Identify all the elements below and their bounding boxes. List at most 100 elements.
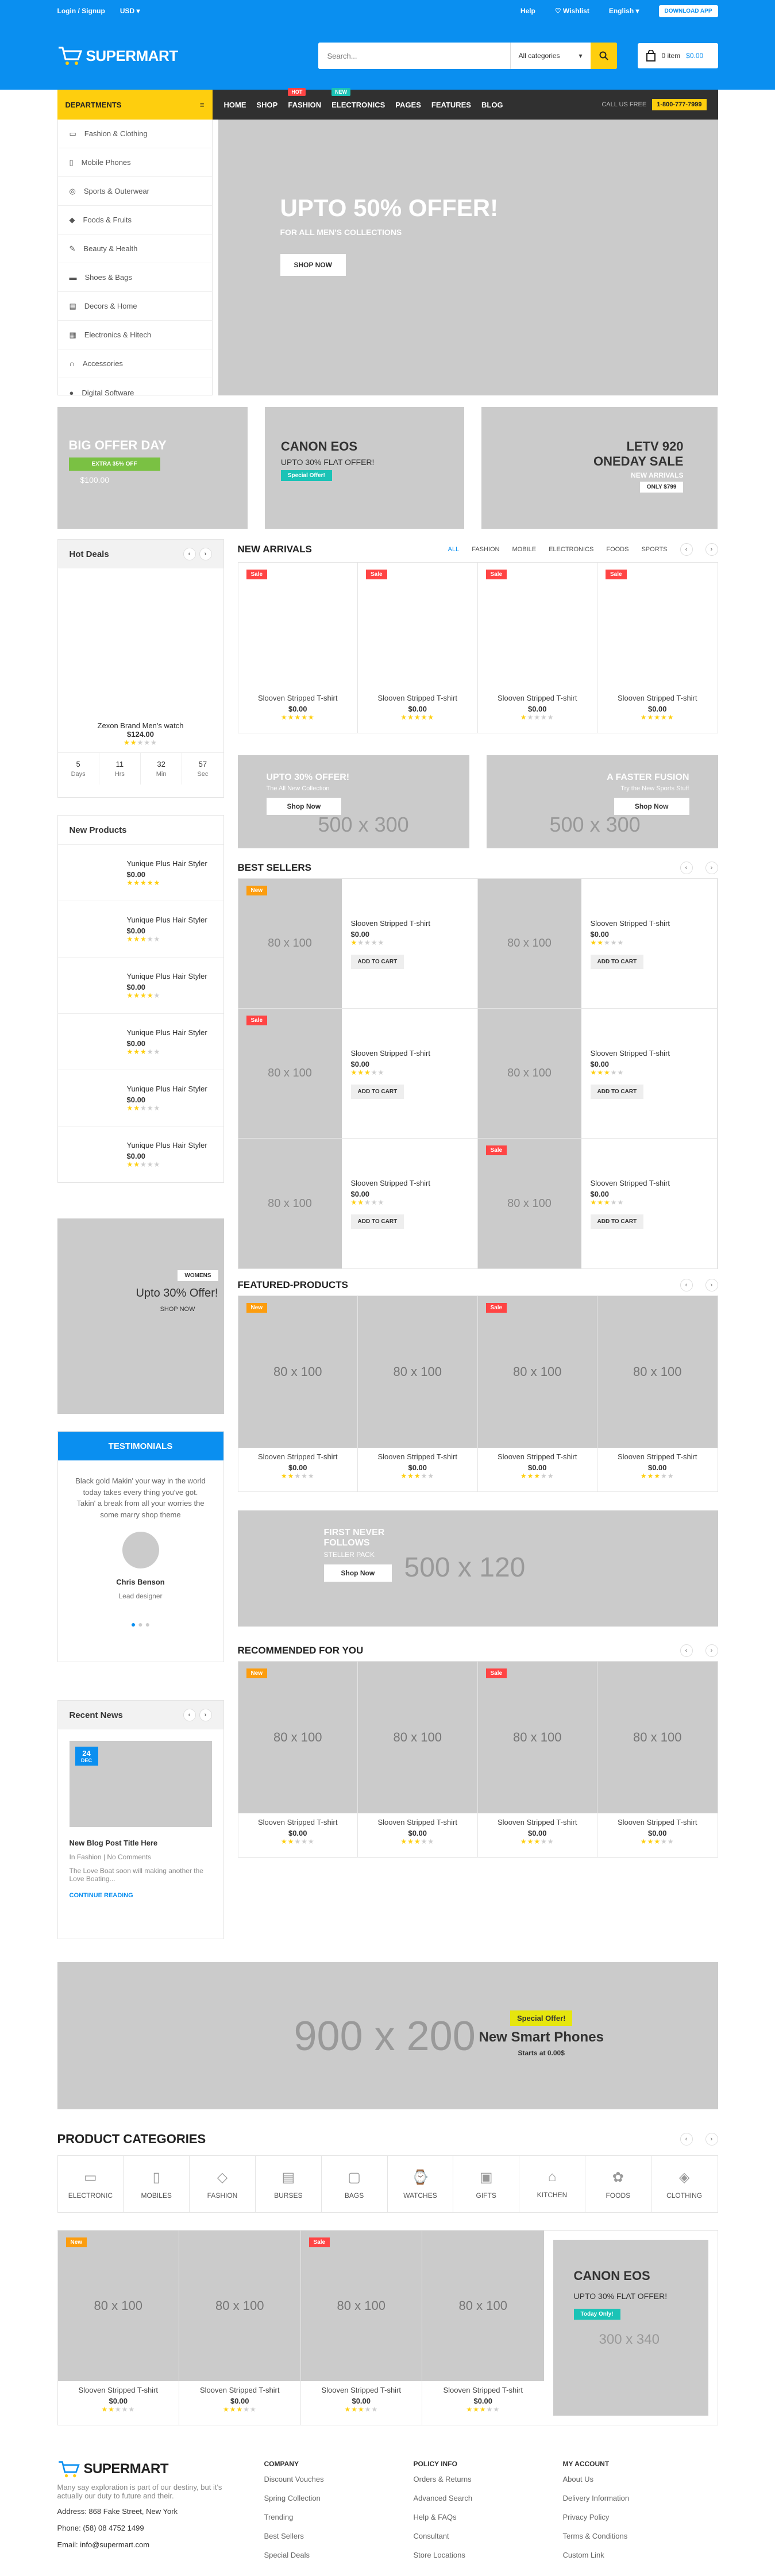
next-button[interactable]: › (199, 1709, 212, 1721)
nav-home[interactable]: HOME (224, 101, 246, 109)
list-item[interactable]: Yunique Plus Hair Styler $0.00 ★★★★★ (57, 957, 223, 1013)
prev-button[interactable]: ‹ (680, 2133, 693, 2146)
footer-link[interactable]: Special Deals (264, 2551, 379, 2559)
add-to-cart-button[interactable]: ADD TO CART (350, 1085, 404, 1099)
category-kitchen[interactable]: ⌂ KITCHEN (519, 2156, 585, 2212)
canon-side-banner[interactable]: CANON EOS UPTO 30% FLAT OFFER! Today Onl… (553, 2240, 708, 2416)
tab-foods[interactable]: FOODS (606, 546, 629, 553)
cart-button[interactable]: 0 item $0.00 (637, 43, 718, 68)
nav-fashion[interactable]: HOT FASHION (288, 87, 321, 109)
product-card[interactable]: Sale Slooven Stripped T-shirt $0.00 ★★★★★ (597, 563, 718, 733)
footer-link[interactable]: Delivery Information (563, 2494, 678, 2502)
tab-sports[interactable]: SPORTS (641, 546, 667, 553)
search-input[interactable] (318, 43, 510, 69)
list-item[interactable]: Yunique Plus Hair Styler $0.00 ★★★★★ (57, 1126, 223, 1182)
deal-name[interactable]: Zexon Brand Men's watch (58, 721, 223, 730)
footer-link[interactable]: Custom Link (563, 2551, 678, 2559)
next-button[interactable]: › (705, 1279, 718, 1291)
prev-button[interactable]: ‹ (680, 862, 693, 874)
footer-link[interactable]: Orders & Returns (414, 2475, 529, 2483)
mid-banner-1[interactable]: 500 x 300 UPTO 30% OFFER! The All New Coll… (237, 755, 469, 848)
prev-button[interactable]: ‹ (183, 1709, 196, 1721)
next-button[interactable]: › (705, 862, 718, 874)
next-button[interactable]: › (705, 2133, 718, 2146)
footer-link[interactable]: Privacy Policy (563, 2513, 678, 2521)
list-item[interactable]: Yunique Plus Hair Styler $0.00 ★★★★★ (57, 901, 223, 957)
product-card[interactable]: Sale 80 x 100 Slooven Stripped T-shirt $0.0… (300, 2231, 422, 2425)
tab-fashion[interactable]: FASHION (472, 546, 499, 553)
category-electronic[interactable]: ▭ ELECTRONIC (58, 2156, 124, 2212)
footer-link[interactable]: Trending (264, 2513, 379, 2521)
footer-link[interactable]: Discount Vouches (264, 2475, 379, 2483)
product-card[interactable]: 80 x 100 Slooven Stripped T-shirt $0.00 ★★★… (422, 2231, 544, 2425)
category-watches[interactable]: ⌚ WATCHES (388, 2156, 454, 2212)
product-card[interactable]: Sale Slooven Stripped T-shirt $0.00 ★★★★★ (238, 563, 358, 733)
product-card[interactable]: 80 x 100 Slooven Stripped T-shirt $0.00 ★★★… (597, 1662, 718, 1857)
wide-banner[interactable]: 500 x 120 FIRST NEVER FOLLOWS STELLER PA… (237, 1510, 718, 1627)
nav-features[interactable]: FEATURES (431, 101, 471, 109)
nav-shop[interactable]: SHOP (257, 101, 278, 109)
carousel-dots[interactable]: ● ● ● (58, 1620, 223, 1629)
add-to-cart-button[interactable]: ADD TO CART (590, 955, 644, 969)
category-burses[interactable]: ▤ BURSES (256, 2156, 322, 2212)
product-card[interactable]: New 80 x 100 Slooven Stripped T-shirt $0.00… (238, 879, 478, 1009)
product-card[interactable]: New 80 x 100 Slooven Stripped T-shirt $0.00… (238, 1662, 358, 1857)
prev-button[interactable]: ‹ (680, 543, 693, 556)
add-to-cart-button[interactable]: ADD TO CART (350, 955, 404, 969)
login-link[interactable]: Login / Signup (57, 7, 105, 15)
add-to-cart-button[interactable]: ADD TO CART (590, 1085, 644, 1099)
footer-link[interactable]: Best Sellers (264, 2532, 379, 2540)
hero-shop-button[interactable]: SHOP NOW (280, 254, 346, 276)
product-card[interactable]: 80 x 100 Slooven Stripped T-shirt $0.00 ★★★… (477, 1009, 718, 1139)
list-item[interactable]: Yunique Plus Hair Styler $0.00 ★★★★★ (57, 1013, 223, 1070)
continue-reading-link[interactable]: CONTINUE READING (70, 1892, 212, 1899)
category-mobiles[interactable]: ▯ MOBILES (124, 2156, 190, 2212)
promo-canon[interactable]: CANON EOS UPTO 30% FLAT OFFER! Special O… (264, 407, 465, 529)
sidebar-item-sports[interactable]: ◎ Sports & Outerwear (57, 177, 212, 206)
phone-number[interactable]: 1-800-777-7999 (652, 99, 707, 110)
nav-electronics[interactable]: NEW ELECTRONICS (331, 87, 385, 109)
product-card[interactable]: Sale 80 x 100 Slooven Stripped T-shirt $0.0… (477, 1296, 597, 1491)
product-card[interactable]: New 80 x 100 Slooven Stripped T-shirt $0.00… (238, 1296, 358, 1491)
promo-big-offer[interactable]: BIG OFFER DAY EXTRA 35% OFF $100.00 (57, 407, 248, 529)
sidebar-item-fashion[interactable]: ▭ Fashion & Clothing (57, 120, 212, 148)
sidebar-item-foods[interactable]: ◆ Foods & Fruits (57, 206, 212, 234)
product-card[interactable]: Sale 80 x 100 Slooven Stripped T-shirt $0.0… (477, 1139, 718, 1268)
departments-button[interactable]: DEPARTMENTS ≡ (57, 90, 213, 120)
next-button[interactable]: › (705, 1644, 718, 1657)
product-card[interactable]: Sale 80 x 100 Slooven Stripped T-shirt $0.0… (477, 1662, 597, 1857)
wide-banner-button[interactable]: Shop Now (323, 1564, 392, 1582)
womens-banner[interactable]: WOMENS Upto 30% Offer! SHOP NOW (57, 1218, 224, 1414)
next-button[interactable]: › (199, 548, 212, 560)
promo-letv[interactable]: LETV 920 ONEDAY SALE NEW ARRIVALS ONLY $… (481, 407, 718, 529)
help-link[interactable]: Help (520, 7, 535, 15)
footer-link[interactable]: Consultant (414, 2532, 529, 2540)
mid-banner-2[interactable]: 500 x 300 A FASTER FUSION Try the New Spor… (486, 755, 718, 848)
category-bags[interactable]: ▢ BAGS (322, 2156, 388, 2212)
tab-mobile[interactable]: MOBILE (512, 546, 537, 553)
sidebar-item-accessories[interactable]: ∩ Accessories (57, 349, 212, 378)
footer-link[interactable]: Terms & Conditions (563, 2532, 678, 2540)
currency-select[interactable]: USD ▾ (120, 7, 140, 15)
sidebar-item-software[interactable]: ● Digital Software (58, 378, 212, 407)
prev-button[interactable]: ‹ (183, 548, 196, 560)
sidebar-item-electronics[interactable]: ▦ Electronics & Hitech (57, 321, 212, 349)
wishlist-link[interactable]: ♡ Wishlist (555, 7, 589, 15)
add-to-cart-button[interactable]: ADD TO CART (350, 1214, 404, 1229)
sidebar-item-mobile[interactable]: ▯ Mobile Phones (57, 148, 212, 177)
tab-all[interactable]: ALL (448, 546, 460, 553)
category-select[interactable]: All categories ▾ (510, 43, 591, 69)
logo[interactable]: SUPERMART (57, 45, 178, 66)
footer-email[interactable]: Email: info@supermart.com (57, 2540, 230, 2549)
product-card[interactable]: Sale Slooven Stripped T-shirt $0.00 ★★★★★ (358, 563, 478, 733)
download-app-button[interactable]: DOWNLOAD APP (658, 5, 718, 17)
product-card[interactable]: Sale Slooven Stripped T-shirt $0.00 ★★★★★ (477, 563, 597, 733)
list-item[interactable]: Yunique Plus Hair Styler $0.00 ★★★★★ (57, 1070, 223, 1126)
big-banner[interactable]: 900 x 200 Special Offer! New Smart Phone… (57, 1962, 718, 2109)
sidebar-item-beauty[interactable]: ✎ Beauty & Health (57, 234, 212, 263)
prev-button[interactable]: ‹ (680, 1279, 693, 1291)
product-card[interactable]: 80 x 100 Slooven Stripped T-shirt $0.00 ★★★… (358, 1296, 478, 1491)
sidebar-item-decors[interactable]: ▤ Decors & Home (57, 292, 212, 321)
footer-link[interactable]: Help & FAQs (414, 2513, 529, 2521)
prev-button[interactable]: ‹ (680, 1644, 693, 1657)
